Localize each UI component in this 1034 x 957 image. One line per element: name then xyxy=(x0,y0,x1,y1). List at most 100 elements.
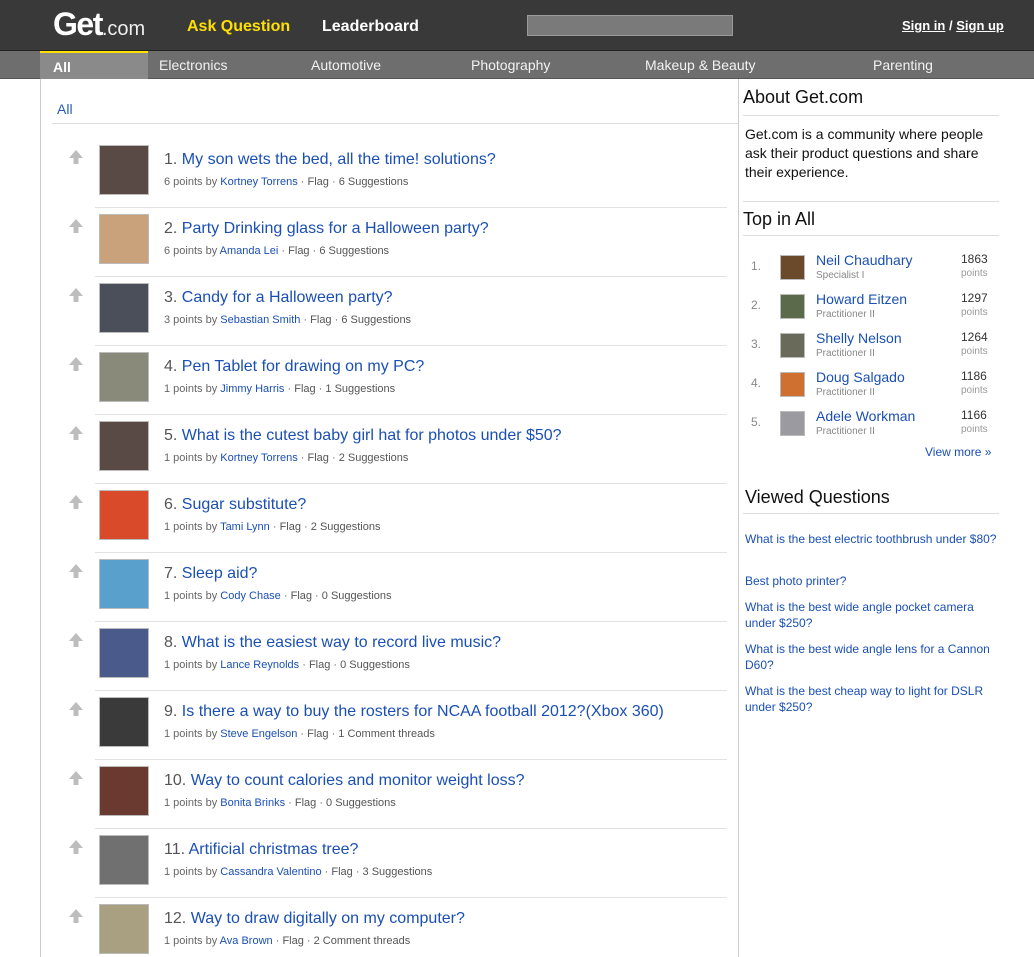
leader-name-link[interactable]: Doug Salgado xyxy=(816,369,905,385)
viewed-question-link[interactable]: What is the best wide angle pocket camer… xyxy=(745,599,999,631)
avatar[interactable] xyxy=(780,255,805,280)
upvote-arrow-icon[interactable] xyxy=(68,701,84,717)
avatar[interactable] xyxy=(99,559,149,609)
upvote-arrow-icon[interactable] xyxy=(68,149,84,165)
suggestions-count[interactable]: 2 Suggestions xyxy=(339,452,409,464)
viewed-question-link[interactable]: What is the best electric toothbrush und… xyxy=(745,531,999,547)
category-makeup-beauty[interactable]: Makeup & Beauty xyxy=(645,57,756,73)
avatar[interactable] xyxy=(99,697,149,747)
question-link[interactable]: My son wets the bed, all the time! solut… xyxy=(182,151,496,168)
flag-link[interactable]: Flag xyxy=(309,659,330,671)
flag-link[interactable]: Flag xyxy=(294,383,315,395)
avatar[interactable] xyxy=(99,283,149,333)
question-link[interactable]: Sleep aid? xyxy=(182,565,258,582)
question-link[interactable]: Way to draw digitally on my computer? xyxy=(191,910,465,927)
author-link[interactable]: Bonita Brinks xyxy=(220,797,285,809)
suggestions-count[interactable]: 2 Comment threads xyxy=(314,935,411,947)
suggestions-count[interactable]: 6 Suggestions xyxy=(339,176,409,188)
suggestions-count[interactable]: 1 Comment threads xyxy=(338,728,435,740)
question-link[interactable]: Sugar substitute? xyxy=(182,496,307,513)
ask-question-link[interactable]: Ask Question xyxy=(187,18,290,36)
avatar[interactable] xyxy=(99,214,149,264)
breadcrumb[interactable]: All xyxy=(57,101,73,117)
suggestions-count[interactable]: 6 Suggestions xyxy=(319,245,389,257)
flag-link[interactable]: Flag xyxy=(308,452,329,464)
question-link[interactable]: Candy for a Halloween party? xyxy=(182,289,393,306)
upvote-arrow-icon[interactable] xyxy=(68,770,84,786)
upvote-arrow-icon[interactable] xyxy=(68,356,84,372)
question-link[interactable]: What is the cutest baby girl hat for pho… xyxy=(182,427,562,444)
author-link[interactable]: Lance Reynolds xyxy=(220,659,299,671)
search-input[interactable] xyxy=(527,15,733,36)
question-link[interactable]: Artificial christmas tree? xyxy=(189,841,359,858)
category-all-tab[interactable]: All xyxy=(40,51,148,79)
avatar[interactable] xyxy=(99,835,149,885)
author-link[interactable]: Kortney Torrens xyxy=(220,452,297,464)
avatar[interactable] xyxy=(99,145,149,195)
upvote-arrow-icon[interactable] xyxy=(68,425,84,441)
author-link[interactable]: Jimmy Harris xyxy=(220,383,284,395)
avatar[interactable] xyxy=(99,766,149,816)
avatar[interactable] xyxy=(99,352,149,402)
sign-up-link[interactable]: Sign up xyxy=(956,18,1004,33)
leader-name-link[interactable]: Shelly Nelson xyxy=(816,330,902,346)
upvote-arrow-icon[interactable] xyxy=(68,218,84,234)
view-more-link[interactable]: View more » xyxy=(925,445,991,459)
viewed-question-link[interactable]: Best photo printer? xyxy=(745,573,999,589)
viewed-question-link[interactable]: What is the best wide angle lens for a C… xyxy=(745,641,999,673)
flag-link[interactable]: Flag xyxy=(288,245,309,257)
avatar[interactable] xyxy=(99,421,149,471)
flag-link[interactable]: Flag xyxy=(295,797,316,809)
author-link[interactable]: Sebastian Smith xyxy=(220,314,300,326)
sign-in-link[interactable]: Sign in xyxy=(902,18,945,33)
suggestions-count[interactable]: 0 Suggestions xyxy=(322,590,392,602)
author-link[interactable]: Amanda Lei xyxy=(220,245,279,257)
leaderboard-link[interactable]: Leaderboard xyxy=(322,18,419,36)
flag-link[interactable]: Flag xyxy=(291,590,312,602)
suggestions-count[interactable]: 2 Suggestions xyxy=(311,521,381,533)
author-link[interactable]: Kortney Torrens xyxy=(220,176,297,188)
suggestions-count[interactable]: 3 Suggestions xyxy=(363,866,433,878)
upvote-arrow-icon[interactable] xyxy=(68,494,84,510)
flag-link[interactable]: Flag xyxy=(307,728,328,740)
author-link[interactable]: Cassandra Valentino xyxy=(220,866,321,878)
leader-name-link[interactable]: Howard Eitzen xyxy=(816,291,907,307)
question-link[interactable]: Party Drinking glass for a Halloween par… xyxy=(182,220,489,237)
upvote-arrow-icon[interactable] xyxy=(68,287,84,303)
avatar[interactable] xyxy=(780,372,805,397)
category-photography[interactable]: Photography xyxy=(471,57,550,73)
avatar[interactable] xyxy=(780,294,805,319)
author-link[interactable]: Cody Chase xyxy=(220,590,281,602)
flag-link[interactable]: Flag xyxy=(310,314,331,326)
avatar[interactable] xyxy=(780,411,805,436)
upvote-arrow-icon[interactable] xyxy=(68,908,84,924)
upvote-arrow-icon[interactable] xyxy=(68,839,84,855)
avatar[interactable] xyxy=(780,333,805,358)
avatar[interactable] xyxy=(99,490,149,540)
question-link[interactable]: What is the easiest way to record live m… xyxy=(182,634,501,651)
category-automotive[interactable]: Automotive xyxy=(311,57,381,73)
category-parenting[interactable]: Parenting xyxy=(873,57,933,73)
avatar[interactable] xyxy=(99,904,149,954)
site-logo[interactable]: Get.com xyxy=(53,6,145,43)
author-link[interactable]: Tami Lynn xyxy=(220,521,270,533)
upvote-arrow-icon[interactable] xyxy=(68,632,84,648)
suggestions-count[interactable]: 0 Suggestions xyxy=(340,659,410,671)
category-electronics[interactable]: Electronics xyxy=(159,57,227,73)
flag-link[interactable]: Flag xyxy=(282,935,303,947)
viewed-question-link[interactable]: What is the best cheap way to light for … xyxy=(745,683,999,715)
flag-link[interactable]: Flag xyxy=(280,521,301,533)
flag-link[interactable]: Flag xyxy=(331,866,352,878)
flag-link[interactable]: Flag xyxy=(308,176,329,188)
question-link[interactable]: Way to count calories and monitor weight… xyxy=(191,772,525,789)
leader-name-link[interactable]: Adele Workman xyxy=(816,408,915,424)
upvote-arrow-icon[interactable] xyxy=(68,563,84,579)
suggestions-count[interactable]: 0 Suggestions xyxy=(326,797,396,809)
leader-name-link[interactable]: Neil Chaudhary xyxy=(816,252,913,268)
author-link[interactable]: Steve Engelson xyxy=(220,728,297,740)
suggestions-count[interactable]: 6 Suggestions xyxy=(341,314,411,326)
author-link[interactable]: Ava Brown xyxy=(220,935,273,947)
avatar[interactable] xyxy=(99,628,149,678)
suggestions-count[interactable]: 1 Suggestions xyxy=(325,383,395,395)
question-link[interactable]: Pen Tablet for drawing on my PC? xyxy=(182,358,425,375)
